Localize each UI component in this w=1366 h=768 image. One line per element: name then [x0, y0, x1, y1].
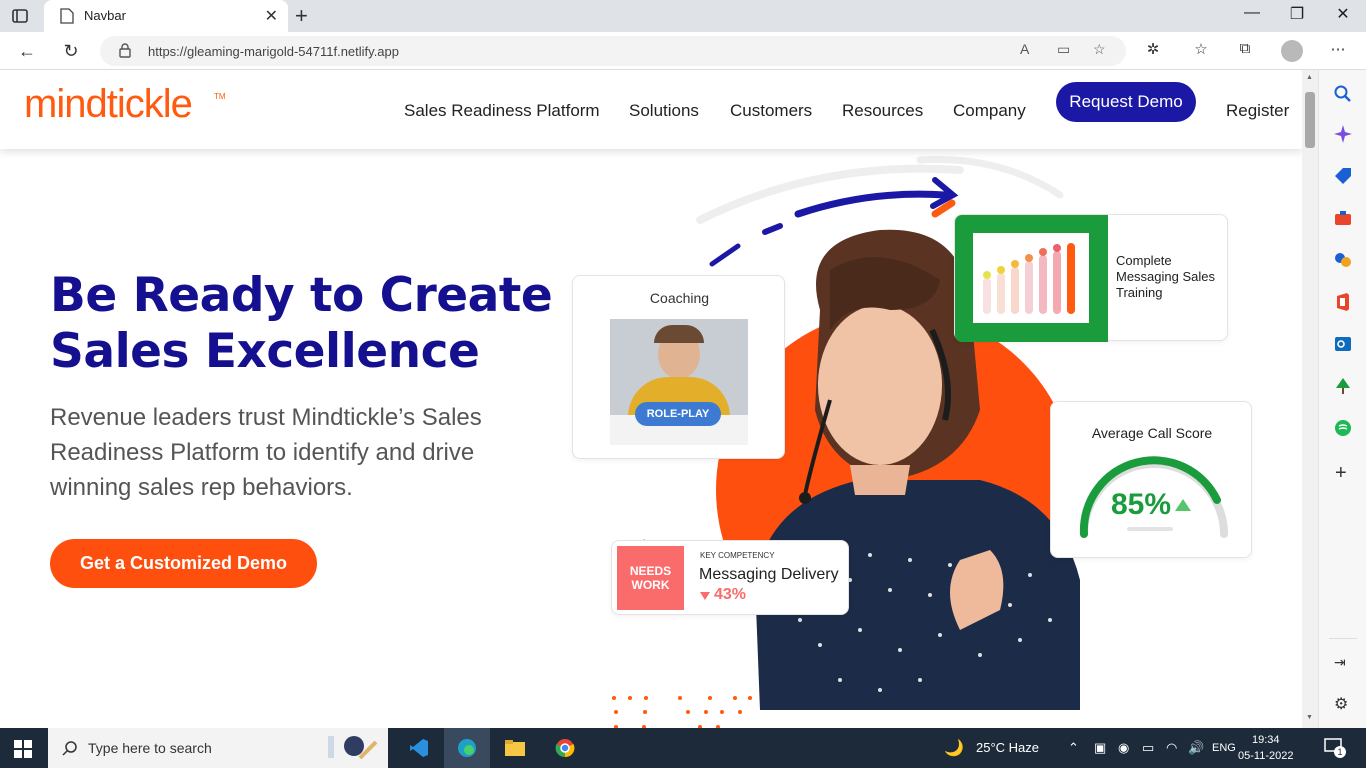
tools-icon[interactable]: [1333, 208, 1353, 228]
logo-trademark: TM: [214, 92, 226, 101]
browser-tab[interactable]: Navbar ✕: [44, 0, 288, 32]
competency-card: NEEDS WORK KEY COMPETENCY Messaging Deli…: [611, 540, 849, 615]
add-icon[interactable]: +: [1335, 462, 1347, 485]
favorite-add-icon[interactable]: ☆: [1093, 41, 1106, 58]
scroll-up-icon[interactable]: ▲: [1306, 74, 1313, 81]
browser-tabbar: Navbar ✕ + — ❐ ✕: [0, 0, 1366, 32]
taskbar-search-icon: [62, 741, 77, 756]
nav-customers[interactable]: Customers: [730, 101, 812, 121]
camera-icon[interactable]: ◉: [1118, 740, 1129, 756]
notification-center-icon[interactable]: 1: [1324, 738, 1346, 758]
file-explorer-taskbar-icon[interactable]: [492, 728, 538, 768]
site-navbar: mindtickle TM Sales Readiness Platform S…: [0, 70, 1302, 149]
tree-icon[interactable]: [1333, 376, 1353, 396]
settings-gear-icon[interactable]: ⚙: [1334, 694, 1348, 714]
tab-close-icon[interactable]: ✕: [265, 6, 278, 26]
sparkle-icon[interactable]: [1333, 124, 1353, 144]
meet-now-icon[interactable]: ▣: [1094, 740, 1106, 756]
lock-icon[interactable]: [118, 42, 132, 58]
down-triangle-icon: [700, 592, 710, 600]
more-menu-icon[interactable]: ⋯: [1327, 40, 1349, 58]
call-score-value: 85%: [1111, 488, 1172, 521]
call-score-card: Average Call Score 85%: [1050, 401, 1252, 558]
refresh-icon[interactable]: ↻: [58, 38, 84, 64]
taskbar-search-placeholder: Type here to search: [88, 740, 212, 756]
shopping-tag-icon[interactable]: [1333, 166, 1353, 186]
games-icon[interactable]: [1333, 250, 1353, 270]
competency-change: 43%: [714, 586, 747, 603]
nav-sales-readiness[interactable]: Sales Readiness Platform: [404, 101, 600, 121]
scroll-thumb[interactable]: [1305, 92, 1315, 148]
tab-title: Navbar: [84, 8, 126, 23]
taskbar-clock[interactable]: 19:34 05-11-2022: [1238, 732, 1293, 764]
coaching-video: ROLE-PLAY: [610, 319, 748, 445]
call-score-title: Average Call Score: [1091, 425, 1213, 441]
competency-name: Messaging Delivery: [699, 566, 839, 583]
cricket-doodle-icon: [328, 736, 378, 760]
notification-count: 1: [1334, 746, 1346, 758]
page-scrollbar[interactable]: ▲ ▼: [1302, 70, 1318, 728]
hero-title: Be Ready to Create Sales Excellence: [50, 268, 553, 379]
back-icon[interactable]: ←: [14, 38, 40, 64]
outlook-icon[interactable]: [1333, 334, 1353, 354]
bar-chart-icon: [973, 233, 1089, 323]
immersive-reader-icon[interactable]: ▭: [1057, 41, 1070, 58]
url-text: https://gleaming-marigold-54711f.netlify…: [148, 44, 399, 59]
request-demo-button[interactable]: Request Demo: [1056, 82, 1196, 122]
register-link[interactable]: Register: [1226, 101, 1289, 121]
needs-work-badge: NEEDS WORK: [617, 546, 684, 610]
spotify-icon[interactable]: [1333, 418, 1353, 438]
vscode-taskbar-icon[interactable]: [396, 728, 442, 768]
scroll-down-icon[interactable]: ▼: [1306, 714, 1313, 721]
coaching-card: Coaching ROLE-PLAY: [572, 275, 785, 459]
nav-resources[interactable]: Resources: [842, 101, 923, 121]
restore-icon[interactable]: ❐: [1287, 4, 1307, 24]
weather-text[interactable]: 25°C Haze: [976, 740, 1039, 755]
web-page: mindtickle TM Sales Readiness Platform S…: [0, 70, 1302, 728]
weather-icon[interactable]: 🌙: [944, 738, 964, 758]
hide-sidebar-icon[interactable]: ⇥: [1334, 654, 1346, 671]
address-bar-row: ← ↻ https://gleaming-marigold-54711f.net…: [0, 32, 1366, 70]
key-competency-label: KEY COMPETENCY: [700, 551, 775, 560]
collections-icon[interactable]: ⧉: [1234, 40, 1256, 57]
extensions-icon[interactable]: ✲: [1142, 40, 1164, 58]
profile-avatar[interactable]: [1281, 40, 1303, 62]
volume-icon[interactable]: 🔊: [1188, 740, 1204, 756]
window-close-icon[interactable]: ✕: [1333, 4, 1353, 24]
show-hidden-icons[interactable]: ⌃: [1068, 740, 1079, 756]
language-indicator[interactable]: ENG: [1212, 742, 1236, 754]
up-triangle-icon: [1175, 499, 1191, 511]
customized-demo-button[interactable]: Get a Customized Demo: [50, 539, 317, 588]
minimize-icon[interactable]: —: [1242, 4, 1262, 22]
mindtickle-logo[interactable]: mindtickle: [24, 82, 193, 127]
clock-date: 05-11-2022: [1238, 750, 1294, 762]
search-icon[interactable]: [1333, 84, 1353, 104]
page-icon: [60, 8, 74, 24]
nav-solutions[interactable]: Solutions: [629, 101, 699, 121]
edge-sidebar: + ⇥ ⚙: [1318, 70, 1366, 728]
clock-time: 19:34: [1251, 734, 1280, 746]
training-card: Complete Messaging Sales Training: [954, 214, 1228, 342]
wifi-icon[interactable]: ◠: [1166, 740, 1177, 756]
chrome-taskbar-icon[interactable]: [542, 728, 588, 768]
windows-start-icon[interactable]: [14, 740, 32, 758]
windows-taskbar: Type here to search 🌙 25°C Haze ⌃ ▣ ◉ ▭ …: [0, 728, 1366, 768]
office-icon[interactable]: [1333, 292, 1353, 312]
nav-company[interactable]: Company: [953, 101, 1026, 121]
hero-subtitle: Revenue leaders trust Mindtickle’s Sales…: [50, 404, 482, 501]
battery-icon[interactable]: ▭: [1142, 740, 1154, 756]
edge-taskbar-icon[interactable]: [444, 728, 490, 768]
training-title: Complete Messaging Sales Training: [1116, 253, 1215, 300]
tab-actions-icon[interactable]: [10, 6, 30, 26]
role-play-badge: ROLE-PLAY: [635, 402, 721, 426]
favorites-icon[interactable]: ☆: [1190, 40, 1212, 58]
read-aloud-icon[interactable]: A: [1020, 41, 1029, 57]
taskbar-search-box[interactable]: Type here to search: [48, 728, 388, 768]
url-field[interactable]: https://gleaming-marigold-54711f.netlify…: [100, 36, 1126, 66]
coaching-title: Coaching: [649, 290, 710, 306]
new-tab-icon[interactable]: +: [295, 3, 308, 29]
